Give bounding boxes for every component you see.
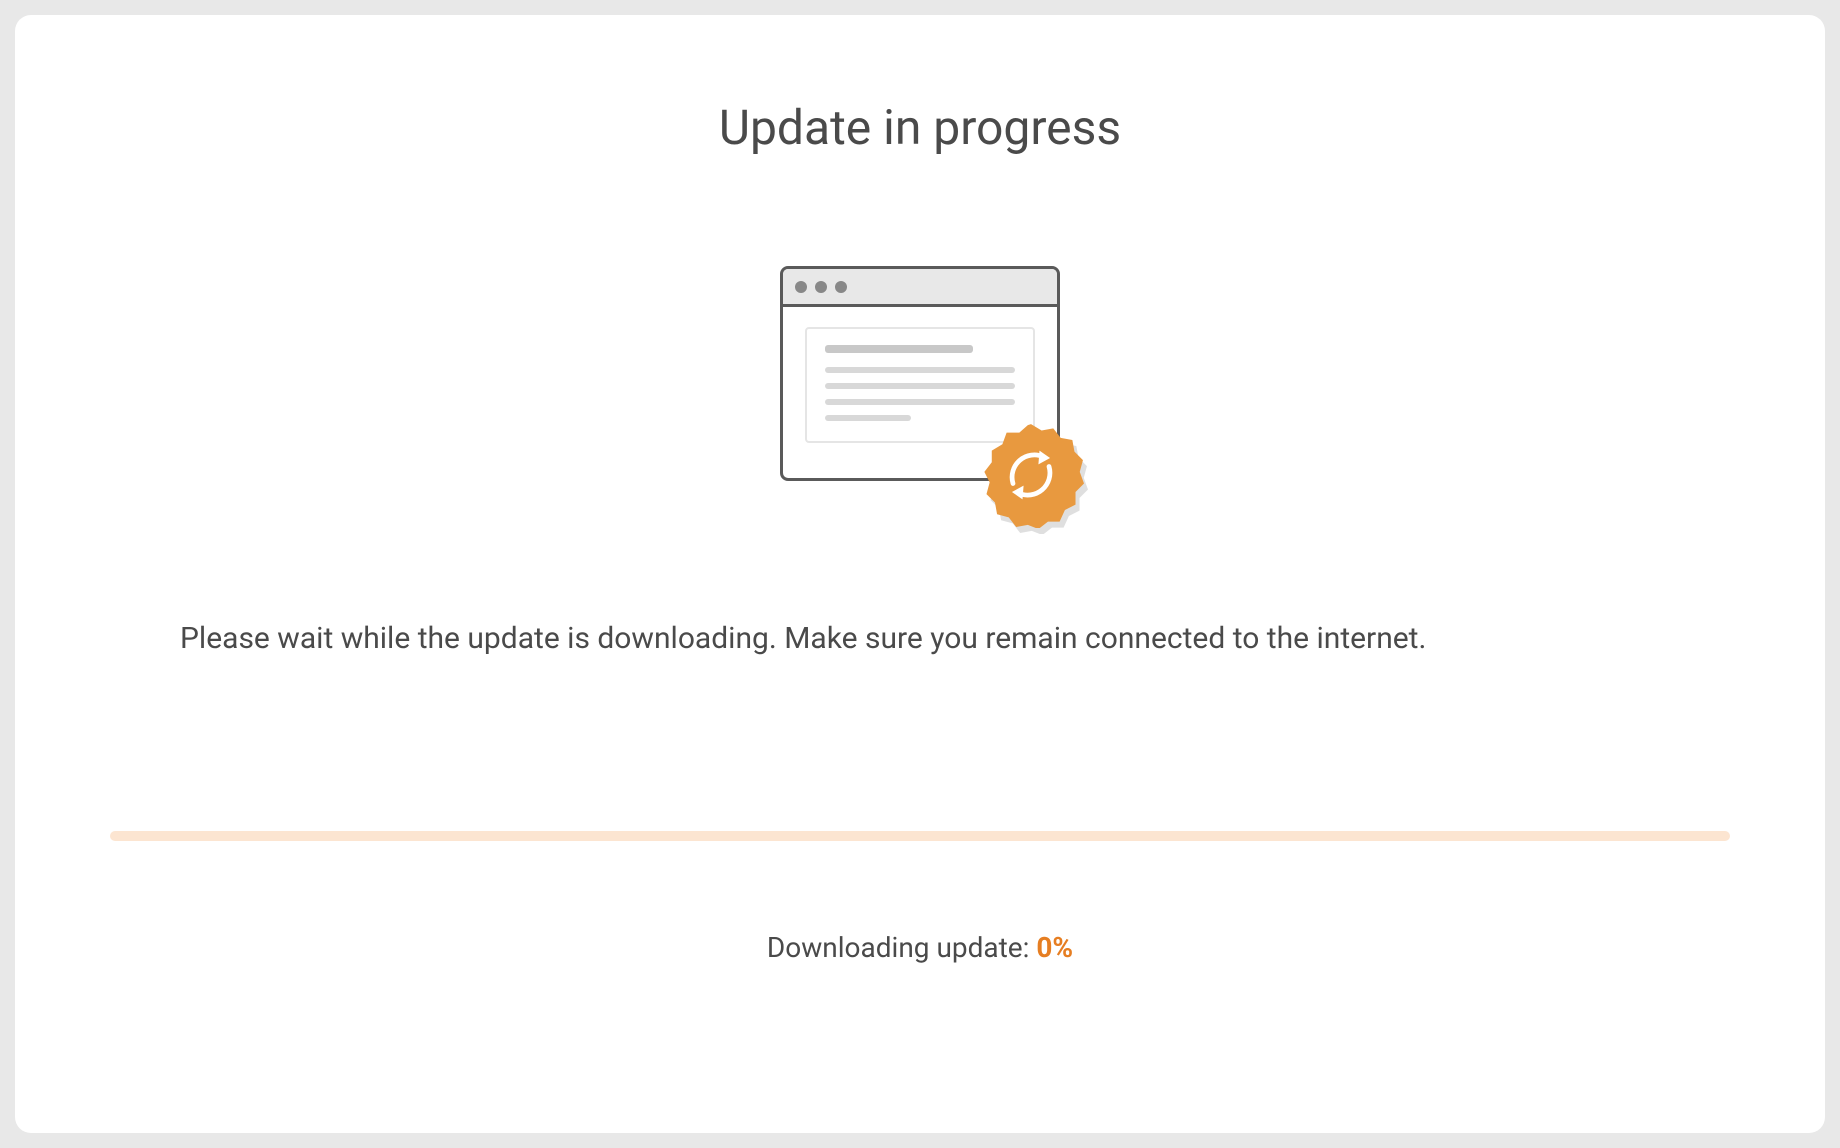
browser-titlebar bbox=[783, 269, 1057, 307]
content-text-line bbox=[825, 383, 1015, 389]
page-title: Update in progress bbox=[719, 99, 1121, 156]
content-heading-line bbox=[825, 345, 973, 353]
content-text-line bbox=[825, 399, 1015, 405]
window-control-dot bbox=[795, 281, 807, 293]
content-text-line bbox=[825, 367, 1015, 373]
download-status-label: Downloading update: bbox=[767, 931, 1037, 964]
content-text-line bbox=[825, 415, 911, 421]
download-status-percent: 0% bbox=[1036, 931, 1073, 964]
update-dialog-card: Update in progress bbox=[15, 15, 1825, 1133]
progress-bar-track bbox=[110, 831, 1730, 841]
window-control-dot bbox=[835, 281, 847, 293]
sync-badge-icon bbox=[978, 422, 1084, 528]
sync-refresh-icon bbox=[978, 422, 1084, 528]
download-status: Downloading update: 0% bbox=[767, 931, 1073, 964]
update-description: Please wait while the update is download… bbox=[180, 616, 1426, 661]
window-control-dot bbox=[815, 281, 827, 293]
update-illustration bbox=[750, 266, 1090, 526]
